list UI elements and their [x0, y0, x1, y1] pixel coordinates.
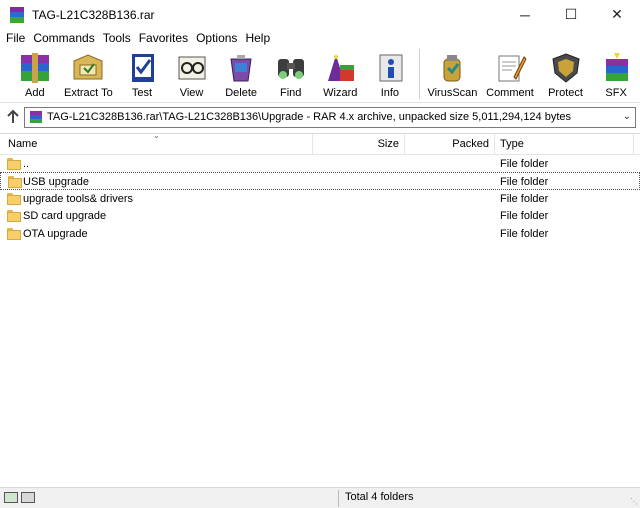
sfx-label: SFX [605, 87, 627, 99]
folder-icon [8, 176, 22, 188]
column-name[interactable]: Name [8, 134, 37, 155]
view-icon [172, 49, 212, 87]
address-bar: TAG-L21C328B136.rar\TAG-L21C328B136\Upgr… [0, 105, 640, 129]
chevron-down-icon[interactable]: ⌄ [623, 111, 631, 122]
window-title: TAG-L21C328B136.rar [32, 7, 155, 22]
sfx-button[interactable]: SFX [592, 47, 640, 99]
add-button[interactable]: Add [10, 47, 60, 99]
menu-favorites[interactable]: Favorites [135, 31, 192, 45]
file-name: SD card upgrade [23, 210, 107, 222]
status-text: Total 4 folders [345, 491, 414, 503]
virusscan-button[interactable]: VirusScan [424, 47, 482, 99]
info-icon [370, 49, 410, 87]
column-packed[interactable]: Packed [405, 134, 489, 155]
file-name: USB upgrade [23, 176, 90, 188]
info-label: Info [380, 87, 400, 99]
toolbar-separator [418, 49, 420, 99]
folder-icon [7, 158, 21, 170]
file-row-upgrade-tools[interactable]: upgrade tools& drivers File folder [0, 190, 640, 208]
file-row-parent[interactable]: .. File folder [0, 155, 640, 173]
add-archive-icon [15, 49, 55, 87]
extract-to-button[interactable]: Extract To [60, 47, 118, 99]
address-path: TAG-L21C328B136.rar\TAG-L21C328B136\Upgr… [47, 111, 572, 123]
menu-bar: File Commands Tools Favorites Options He… [0, 29, 640, 47]
wizard-label: Wizard [323, 87, 358, 99]
file-type: File folder [500, 228, 549, 240]
wizard-icon [320, 49, 360, 87]
file-type: File folder [500, 158, 549, 170]
find-icon [271, 49, 311, 87]
menu-tools[interactable]: Tools [99, 31, 135, 45]
column-size[interactable]: Size [313, 134, 399, 155]
drive-icon[interactable] [4, 492, 18, 503]
protect-label: Protect [548, 87, 583, 99]
maximize-button[interactable]: ☐ [548, 0, 594, 29]
address-field[interactable]: TAG-L21C328B136.rar\TAG-L21C328B136\Upgr… [24, 106, 636, 128]
sort-arrow-icon: ⌄ [153, 131, 160, 140]
delete-button[interactable]: Delete [216, 47, 266, 99]
up-folder-button[interactable] [3, 107, 23, 127]
test-icon [122, 49, 162, 87]
status-bar: Total 4 folders ⋱ [0, 487, 640, 508]
winrar-app-icon[interactable] [10, 6, 24, 23]
column-type[interactable]: Type [500, 134, 524, 155]
file-type: File folder [500, 176, 549, 188]
column-divider[interactable] [633, 134, 634, 155]
file-name: .. [23, 158, 30, 170]
find-button[interactable]: Find [266, 47, 316, 99]
add-label: Add [25, 87, 45, 99]
extract-icon [68, 49, 108, 87]
file-name: upgrade tools& drivers [23, 193, 134, 205]
toolbar: Add Extract To Test View Delete Find Wiz… [0, 47, 640, 103]
view-label: View [179, 87, 204, 99]
folder-icon [7, 193, 21, 205]
menu-options[interactable]: Options [192, 31, 241, 45]
resize-grip-icon[interactable]: ⋱ [630, 497, 638, 506]
file-list: ⌄ Name Size Packed Type .. File folder U… [0, 131, 640, 485]
virusscan-icon [432, 49, 472, 87]
minimize-button[interactable]: ─ [502, 0, 548, 29]
folder-icon [7, 228, 21, 240]
comment-icon [490, 49, 530, 87]
file-row-sd-card-upgrade[interactable]: SD card upgrade File folder [0, 207, 640, 225]
protect-icon [546, 49, 586, 87]
delete-label: Delete [225, 87, 257, 99]
file-row-usb-upgrade[interactable]: USB upgrade File folder [0, 172, 640, 190]
virusscan-label: VirusScan [427, 87, 478, 99]
view-button[interactable]: View [167, 47, 217, 99]
wizard-button[interactable]: Wizard [316, 47, 366, 99]
test-button[interactable]: Test [117, 47, 167, 99]
protect-button[interactable]: Protect [539, 47, 593, 99]
file-name: OTA upgrade [23, 228, 88, 240]
sfx-icon [596, 49, 636, 87]
extract-to-label: Extract To [64, 87, 113, 99]
menu-commands[interactable]: Commands [29, 31, 98, 45]
folder-icon [7, 210, 21, 222]
find-label: Find [280, 87, 302, 99]
menu-file[interactable]: File [2, 31, 29, 45]
comment-button[interactable]: Comment [481, 47, 539, 99]
file-row-ota-upgrade[interactable]: OTA upgrade File folder [0, 225, 640, 243]
file-type: File folder [500, 210, 549, 222]
comment-label: Comment [486, 87, 534, 99]
file-type: File folder [500, 193, 549, 205]
column-header: ⌄ Name Size Packed Type [0, 131, 640, 155]
column-divider[interactable] [494, 134, 495, 155]
test-label: Test [131, 87, 153, 99]
key-icon[interactable] [21, 492, 35, 503]
close-button[interactable]: ✕ [594, 0, 640, 29]
status-divider [338, 490, 339, 507]
title-bar: TAG-L21C328B136.rar ─ ☐ ✕ [0, 0, 640, 29]
info-button[interactable]: Info [365, 47, 415, 99]
delete-icon [221, 49, 261, 87]
menu-help[interactable]: Help [241, 31, 274, 45]
archive-icon [30, 111, 42, 123]
up-arrow-icon [7, 109, 19, 123]
